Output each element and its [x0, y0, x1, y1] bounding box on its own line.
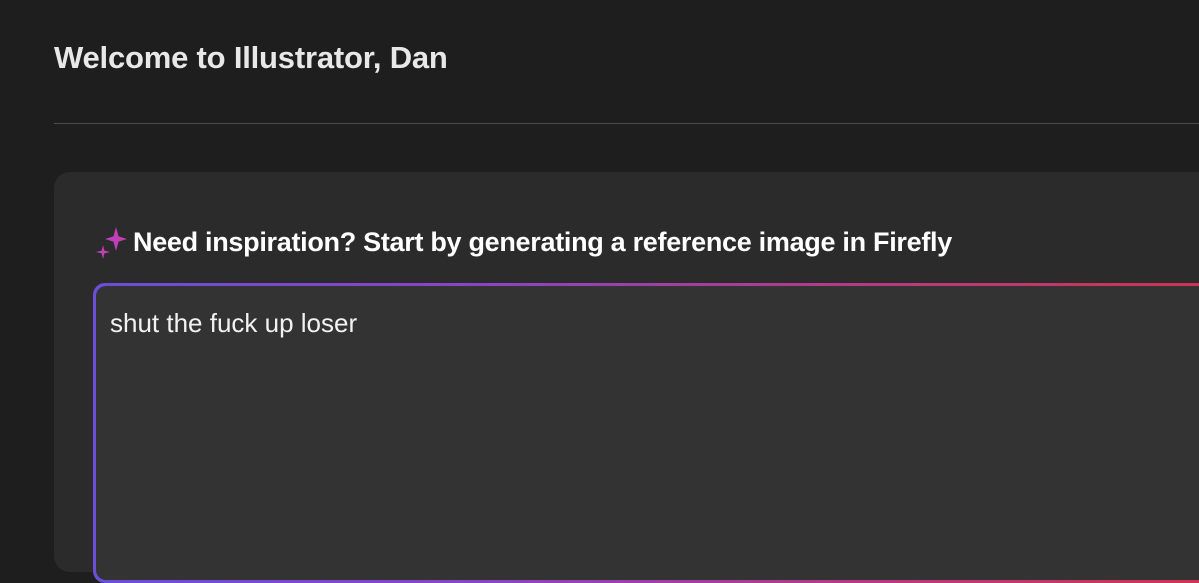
inspiration-heading: Need inspiration? Start by generating a …: [133, 226, 952, 257]
page-title: Welcome to Illustrator, Dan: [54, 40, 448, 75]
prompt-input-value[interactable]: shut the fuck up loser: [110, 308, 357, 338]
inspiration-heading-row: Need inspiration? Start by generating a …: [96, 220, 952, 264]
sparkle-icon: [96, 225, 128, 259]
prompt-input[interactable]: shut the fuck up loser: [96, 286, 1199, 580]
prompt-input-frame[interactable]: shut the fuck up loser: [93, 283, 1199, 583]
header-divider: [54, 123, 1199, 124]
